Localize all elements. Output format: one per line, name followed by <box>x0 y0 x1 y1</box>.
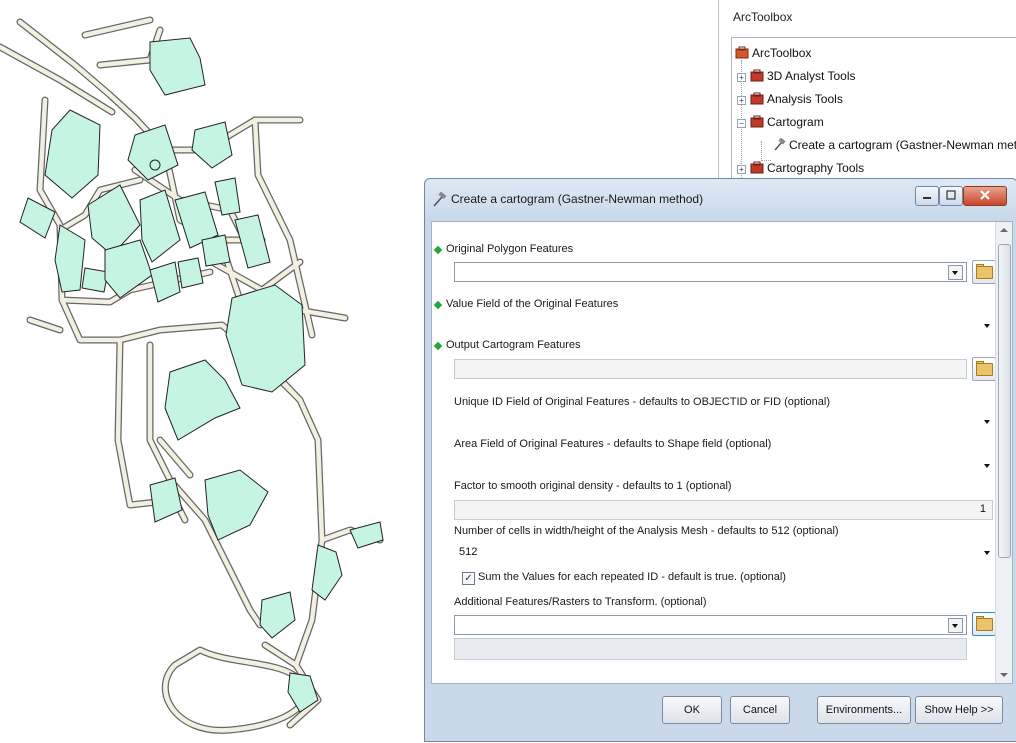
unique-id-select[interactable] <box>454 412 993 432</box>
hammer-icon <box>772 137 786 151</box>
additional-features-browse-button[interactable] <box>972 612 996 636</box>
toolbox-title: ArcToolbox <box>733 10 793 24</box>
output-cartogram-input[interactable] <box>454 359 967 379</box>
maximize-icon <box>946 190 956 200</box>
dialog-titlebar[interactable]: Create a cartogram (Gastner-Newman metho… <box>425 179 1016 221</box>
additional-features-input[interactable] <box>454 615 967 635</box>
collapse-minus-icon[interactable]: − <box>737 119 746 128</box>
smooth-factor-label: Factor to smooth original density - defa… <box>454 480 732 492</box>
tree-item-label: Create a cartogram (Gastner-Newman met <box>789 138 1016 152</box>
chevron-down-icon <box>984 464 990 468</box>
dropdown-toggle[interactable] <box>948 265 963 280</box>
output-cartogram-label: Output Cartogram Features <box>446 339 581 351</box>
tree-item-arctoolbox[interactable]: ArcToolbox <box>735 44 811 62</box>
tree-item-label: 3D Analyst Tools <box>767 69 856 83</box>
maximize-button[interactable] <box>939 186 963 206</box>
minimize-icon <box>923 197 931 199</box>
expand-plus-icon[interactable]: + <box>737 96 746 105</box>
original-polygon-browse-button[interactable] <box>972 260 996 284</box>
value-field-label: Value Field of the Original Features <box>446 298 619 310</box>
required-marker-icon <box>433 341 443 351</box>
additional-features-list[interactable] <box>454 638 967 660</box>
tree-connector <box>761 141 762 161</box>
original-polygon-label: Original Polygon Features <box>446 243 574 255</box>
mesh-cells-label: Number of cells in width/height of the A… <box>454 525 839 537</box>
smooth-factor-input[interactable]: 1 <box>454 500 993 520</box>
chevron-down-icon <box>952 271 958 275</box>
chevron-down-icon <box>984 324 990 328</box>
tree-item-analysis-tools[interactable]: Analysis Tools <box>750 90 843 108</box>
toolbox-icon <box>750 115 764 128</box>
cancel-button[interactable]: Cancel <box>730 696 790 724</box>
dropdown-toggle[interactable] <box>948 618 963 633</box>
tree-item-cartogram[interactable]: Cartogram <box>750 113 824 131</box>
tree-item-create-cartogram[interactable]: Create a cartogram (Gastner-Newman met <box>772 136 1016 154</box>
required-marker-icon <box>433 300 443 310</box>
toolbox-icon <box>735 46 749 59</box>
folder-icon <box>976 266 993 279</box>
campus-map <box>0 0 420 740</box>
unique-id-label: Unique ID Field of Original Features - d… <box>454 396 830 408</box>
close-button[interactable] <box>963 186 1007 206</box>
expand-plus-icon[interactable]: + <box>737 73 746 82</box>
environments-button[interactable]: Environments... <box>817 696 911 724</box>
tree-item-label: Cartogram <box>767 115 824 129</box>
tree-item-label: ArcToolbox <box>752 46 812 60</box>
folder-icon <box>976 618 993 631</box>
required-marker-icon <box>433 245 443 255</box>
additional-features-label: Additional Features/Rasters to Transform… <box>454 596 707 608</box>
chevron-down-icon <box>952 624 958 628</box>
create-cartogram-dialog: Create a cartogram (Gastner-Newman metho… <box>424 178 1016 742</box>
toolbox-icon <box>750 69 764 82</box>
scroll-down-icon[interactable] <box>1000 673 1008 677</box>
toolbox-icon <box>750 161 764 174</box>
sum-values-label: Sum the Values for each repeated ID - de… <box>478 571 786 583</box>
folder-icon <box>976 363 993 376</box>
hammer-icon <box>431 191 447 208</box>
sum-values-checkbox[interactable]: ✓ <box>462 572 475 585</box>
building-polygons <box>19 37 384 713</box>
output-cartogram-browse-button[interactable] <box>972 357 996 381</box>
area-field-label: Area Field of Original Features - defaul… <box>454 438 772 450</box>
chevron-down-icon <box>984 551 990 555</box>
campus-map-drawing <box>0 16 384 734</box>
dialog-title: Create a cartogram (Gastner-Newman metho… <box>451 192 704 206</box>
tree-item-cartography-tools[interactable]: Cartography Tools <box>750 159 864 177</box>
value-field-select[interactable] <box>454 316 993 336</box>
minimize-button[interactable] <box>915 186 939 206</box>
chevron-down-icon <box>984 420 990 424</box>
tree-item-3d-analyst-tools[interactable]: 3D Analyst Tools <box>750 67 856 85</box>
scrollbar-thumb[interactable] <box>998 244 1011 558</box>
tree-item-label: Analysis Tools <box>767 92 843 106</box>
vertical-scrollbar[interactable] <box>995 222 1012 683</box>
scroll-up-icon[interactable] <box>1000 228 1008 232</box>
mesh-cells-select[interactable]: 512 <box>454 543 993 563</box>
close-icon <box>980 190 990 200</box>
area-field-select[interactable] <box>454 456 993 476</box>
original-polygon-input[interactable] <box>454 262 967 282</box>
expand-plus-icon[interactable]: + <box>737 165 746 174</box>
ok-button[interactable]: OK <box>662 696 722 724</box>
show-help-button[interactable]: Show Help >> <box>915 696 1003 724</box>
toolbox-icon <box>750 92 764 105</box>
dialog-parameters-panel: Original Polygon Features Value Field of… <box>431 221 1013 684</box>
tree-item-label: Cartography Tools <box>767 161 865 175</box>
